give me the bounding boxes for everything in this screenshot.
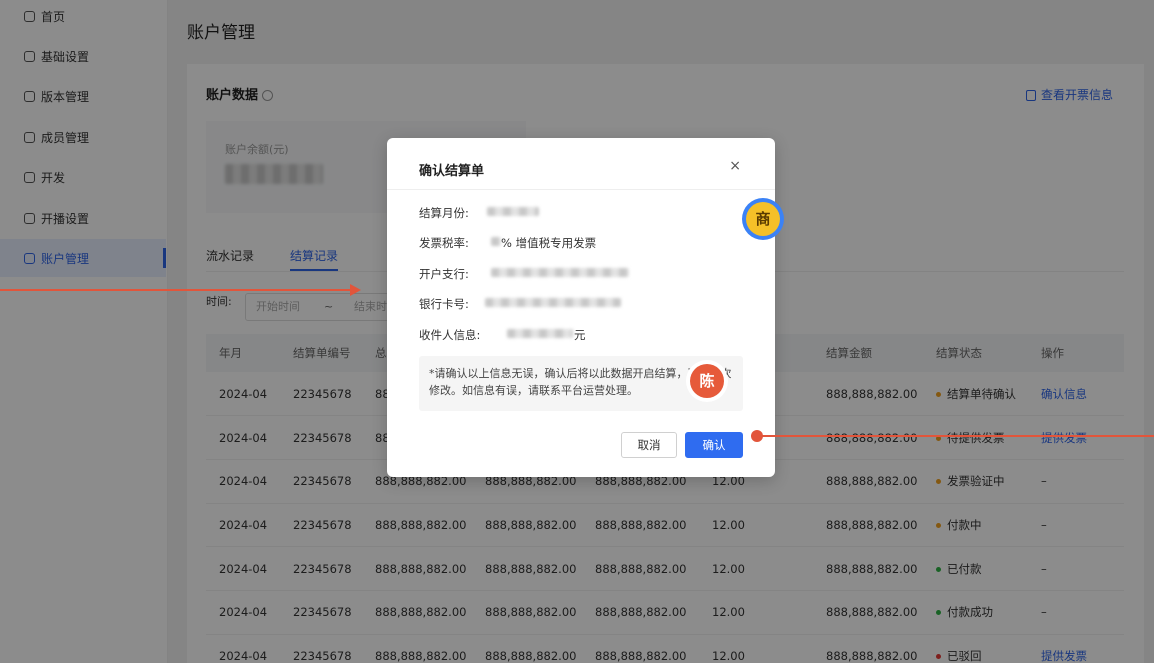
field-label: 发票税率: [419,236,469,250]
annotation-arrow-left [0,289,352,291]
confirm-settlement-modal: 确认结算单 × 结算月份: 发票税率: % 增值税专用发票 开户支行: 银行卡号:… [387,138,775,477]
close-icon[interactable]: × [729,158,741,174]
confirm-button[interactable]: 确认 [685,432,743,458]
annotation-line-right [757,435,1154,437]
arrow-head-icon [350,284,361,296]
modal-divider [387,189,775,190]
field-month: 结算月份: [419,205,539,221]
month-value-redacted [487,207,539,216]
tax-value: % 增值税专用发票 [501,236,597,250]
recipient-value-redacted [507,329,573,338]
user-avatar-badge: 陈 [690,364,724,398]
field-label: 结算月份: [419,206,469,220]
cancel-button[interactable]: 取消 [621,432,677,458]
field-recipient: 收件人信息: 元 [419,327,586,343]
merchant-avatar-badge: 商 [746,202,780,236]
field-label: 开户支行: [419,267,469,281]
recipient-suffix: 元 [574,328,586,342]
field-card: 银行卡号: [419,296,621,312]
modal-title: 确认结算单 [419,164,485,179]
field-label: 收件人信息: [419,328,481,342]
card-value-redacted [485,298,621,307]
field-label: 银行卡号: [419,297,469,311]
field-bank: 开户支行: [419,266,629,282]
field-tax: 发票税率: % 增值税专用发票 [419,235,596,251]
tax-rate-redacted [491,237,501,246]
bank-value-redacted [491,268,629,277]
annotation-dot [751,430,763,442]
